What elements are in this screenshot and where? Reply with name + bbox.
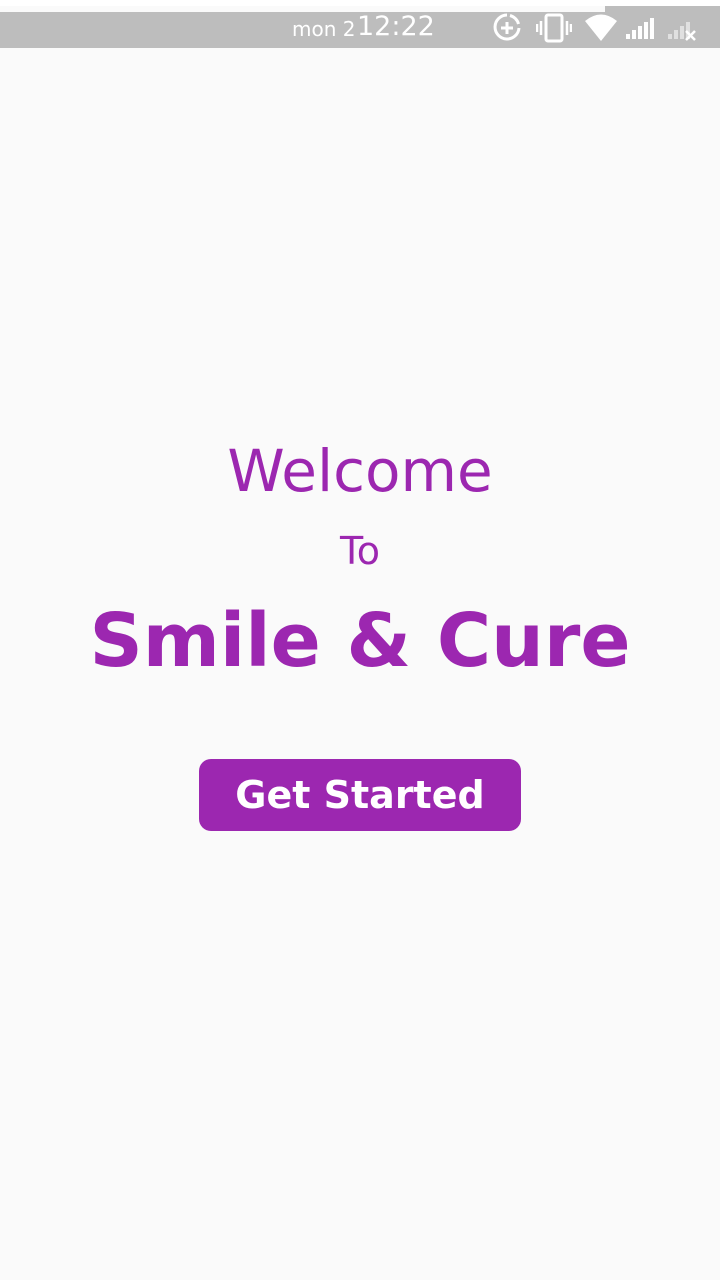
welcome-subheading: To [339, 529, 380, 573]
get-started-button[interactable]: Get Started [199, 759, 521, 831]
signal-icon [625, 12, 655, 44]
signal-no-sim-icon [667, 12, 697, 44]
wifi-icon [584, 12, 618, 44]
status-time: 12:22 [357, 11, 435, 42]
status-date: mon 2 [292, 17, 356, 41]
welcome-heading: Welcome [227, 437, 493, 505]
vibrate-icon [536, 12, 572, 44]
status-bar: mon 2 12:22 [0, 0, 720, 48]
data-saver-icon [492, 12, 522, 44]
app-name-title: Smile & Cure [89, 598, 631, 684]
